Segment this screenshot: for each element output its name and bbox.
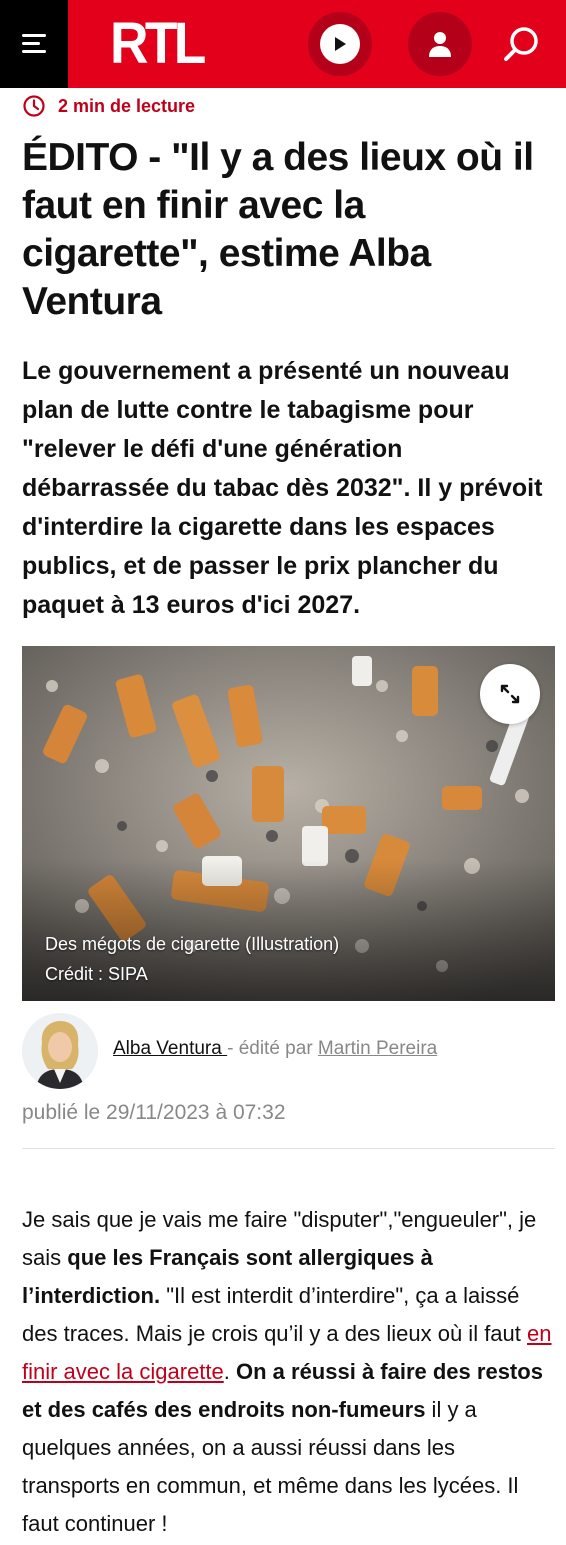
article-body-paragraph: Je sais que je vais me faire "disputer",… <box>22 1201 556 1543</box>
author-link[interactable]: Alba Ventura <box>113 1038 227 1059</box>
article-title: ÉDITO - "Il y a des lieux où il faut en … <box>22 136 534 323</box>
expand-icon <box>500 684 520 704</box>
divider <box>22 1148 555 1149</box>
article-byline: Alba Ventura - édité par Martin Pereira <box>113 1038 437 1060</box>
account-button[interactable] <box>408 12 472 76</box>
expand-image-button[interactable] <box>480 664 540 724</box>
reading-time-label: 2 min de lecture <box>58 95 196 116</box>
menu-button[interactable] <box>0 0 68 88</box>
article-lead: Le gouvernement a présenté un nouveau pl… <box>22 357 543 619</box>
edited-by-label: - édité par <box>227 1038 318 1059</box>
user-icon <box>429 32 451 57</box>
rtl-logo[interactable]: RTL <box>110 14 206 74</box>
menu-icon <box>22 34 46 54</box>
image-caption-text: Des mégots de cigarette (Illustration) <box>45 934 340 954</box>
publish-date: publié le 29/11/2023 à 07:32 <box>22 1101 286 1124</box>
author-avatar[interactable] <box>22 1013 98 1089</box>
clock-icon <box>23 95 45 117</box>
image-credit: Crédit : SIPA <box>45 964 148 984</box>
top-header: RTL <box>0 0 566 88</box>
search-icon <box>504 27 538 61</box>
reading-time: 2 min de lecture <box>22 94 195 118</box>
editor-link[interactable]: Martin Pereira <box>318 1038 437 1059</box>
body-text-3: . <box>223 1359 236 1384</box>
search-button[interactable] <box>494 16 550 72</box>
image-caption: Des mégots de cigarette (Illustration) C… <box>45 929 339 989</box>
play-icon <box>320 24 360 64</box>
live-play-button[interactable] <box>308 12 372 76</box>
